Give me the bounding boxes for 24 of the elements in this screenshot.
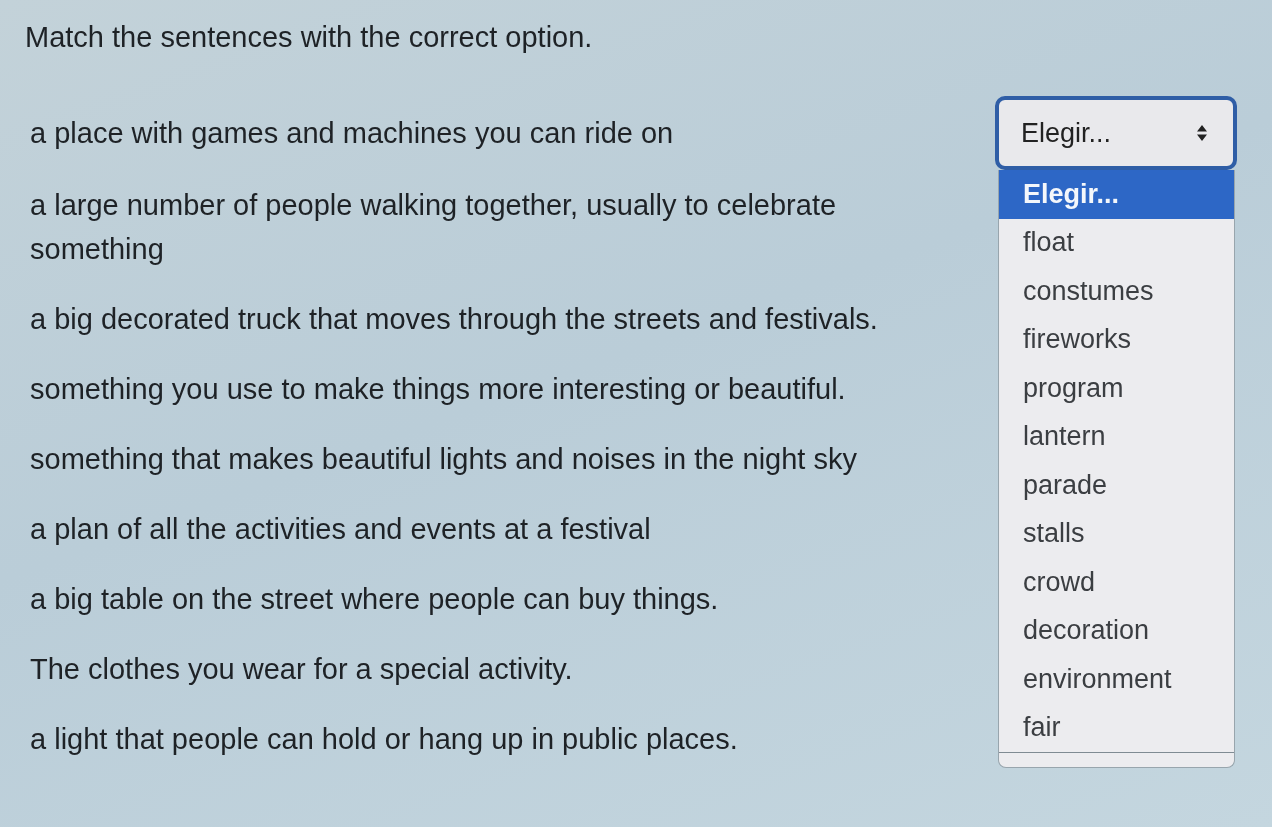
- dropdown-option[interactable]: stalls: [999, 509, 1234, 558]
- dropdown-option[interactable]: decoration: [999, 606, 1234, 655]
- sentence-text: a big table on the street where people can buy things.: [30, 582, 719, 617]
- caret-icon: [1197, 125, 1207, 141]
- sentence-text: a large number of people walking together, usually to celebrate something: [30, 188, 838, 267]
- dropdown-option[interactable]: crowd: [999, 558, 1234, 607]
- dropdown-option[interactable]: float: [999, 218, 1234, 267]
- sentence-text: a big decorated truck that moves through the streets and festivals.: [30, 302, 878, 337]
- instruction-text: Match the sentences with the correct option.: [25, 20, 593, 54]
- answer-dropdown[interactable]: Elegir...: [995, 96, 1237, 170]
- dropdown-option[interactable]: constumes: [999, 267, 1234, 316]
- dropdown-option[interactable]: lantern: [999, 412, 1234, 461]
- sentence-text: a light that people can hold or hang up in public places.: [30, 722, 738, 757]
- dropdown-option[interactable]: program: [999, 364, 1234, 413]
- sentence-text: something you use to make things more interesting or beautiful.: [30, 372, 846, 407]
- dropdown-option[interactable]: fireworks: [999, 315, 1234, 364]
- sentence-text: The clothes you wear for a special activity.: [30, 652, 573, 687]
- dropdown-option[interactable]: Elegir...: [999, 170, 1234, 219]
- sentence-text: something that makes beautiful lights and noises in the night sky: [30, 442, 857, 477]
- dropdown-option[interactable]: parade: [999, 461, 1234, 510]
- dropdown-option[interactable]: fair: [999, 703, 1234, 752]
- dropdown-option[interactable]: environment: [999, 655, 1234, 704]
- sentence-text: a plan of all the activities and events at a festival: [30, 512, 651, 547]
- sentence-text: a place with games and machines you can ride on: [30, 116, 674, 151]
